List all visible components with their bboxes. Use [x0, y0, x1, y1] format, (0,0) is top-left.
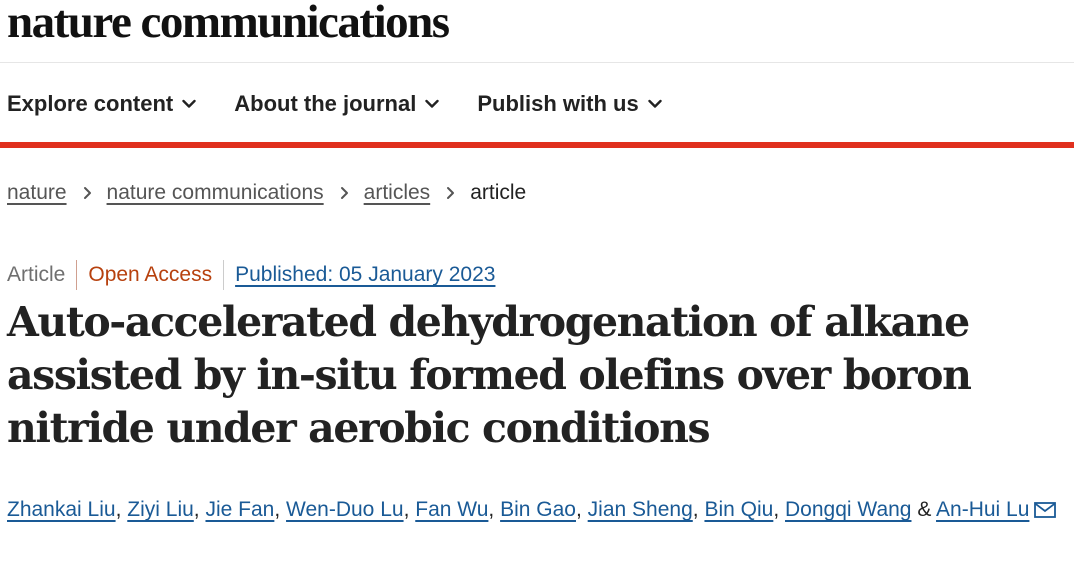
author-link[interactable]: Zhankai Liu	[7, 498, 116, 521]
author-link[interactable]: Jian Sheng	[588, 498, 693, 521]
author-separator: ,	[115, 498, 122, 521]
author-link[interactable]: Fan Wu	[415, 498, 488, 521]
nav-about-the-journal[interactable]: About the journal	[234, 91, 440, 117]
author-link[interactable]: Bin Qiu	[704, 498, 773, 521]
accent-bar	[0, 142, 1074, 148]
author-link[interactable]: Jie Fan	[205, 498, 274, 521]
chevron-right-icon	[83, 186, 92, 200]
article-type: Article	[7, 263, 66, 286]
author-list: Zhankai Liu, Ziyi Liu, Jie Fan, Wen-Duo …	[7, 487, 1069, 535]
nav-item-label: Explore content	[7, 91, 174, 116]
breadcrumb-link-articles[interactable]: articles	[364, 181, 431, 205]
breadcrumb-link-nature[interactable]: nature	[7, 181, 67, 205]
nav-explore-content[interactable]: Explore content	[7, 91, 196, 117]
author-separator: ,	[274, 498, 281, 521]
breadcrumb: nature nature communications articles ar…	[7, 178, 526, 208]
author-separator: ,	[575, 498, 582, 521]
author-separator: ,	[193, 498, 200, 521]
open-access-badge: Open Access	[88, 263, 213, 286]
author-and: &	[917, 498, 932, 521]
breadcrumb-current: article	[470, 181, 527, 204]
breadcrumb-link-nature-communications[interactable]: nature communications	[107, 181, 324, 205]
chevron-down-icon	[182, 99, 196, 109]
chevron-down-icon	[647, 99, 662, 109]
author-link[interactable]: Wen-Duo Lu	[286, 498, 404, 521]
mail-icon[interactable]	[1034, 489, 1057, 535]
main-nav: Explore content About the journal Publis…	[7, 86, 700, 122]
author-link[interactable]: An-Hui Lu	[936, 498, 1029, 521]
article-title: Auto-accelerated dehydrogenation of alka…	[7, 298, 972, 452]
author-separator: ,	[403, 498, 410, 521]
author-link[interactable]: Bin Gao	[500, 498, 576, 521]
journal-logo[interactable]: nature communications	[7, 0, 450, 52]
chevron-right-icon	[340, 186, 349, 200]
author-separator: ,	[692, 498, 699, 521]
meta-divider	[76, 260, 78, 290]
article-meta: Article Open Access Published: 05 Januar…	[7, 260, 495, 290]
author-separator: ,	[773, 498, 780, 521]
header-divider	[0, 62, 1074, 63]
author-link[interactable]: Ziyi Liu	[127, 498, 194, 521]
published-date-link[interactable]: Published: 05 January 2023	[235, 263, 495, 287]
nav-item-label: About the journal	[234, 91, 417, 116]
meta-divider	[223, 260, 225, 290]
chevron-down-icon	[425, 99, 440, 109]
author-separator: ,	[488, 498, 495, 521]
chevron-right-icon	[446, 186, 455, 200]
nav-item-label: Publish with us	[477, 91, 639, 116]
nav-publish-with-us[interactable]: Publish with us	[477, 91, 662, 117]
author-link[interactable]: Dongqi Wang	[785, 498, 911, 521]
